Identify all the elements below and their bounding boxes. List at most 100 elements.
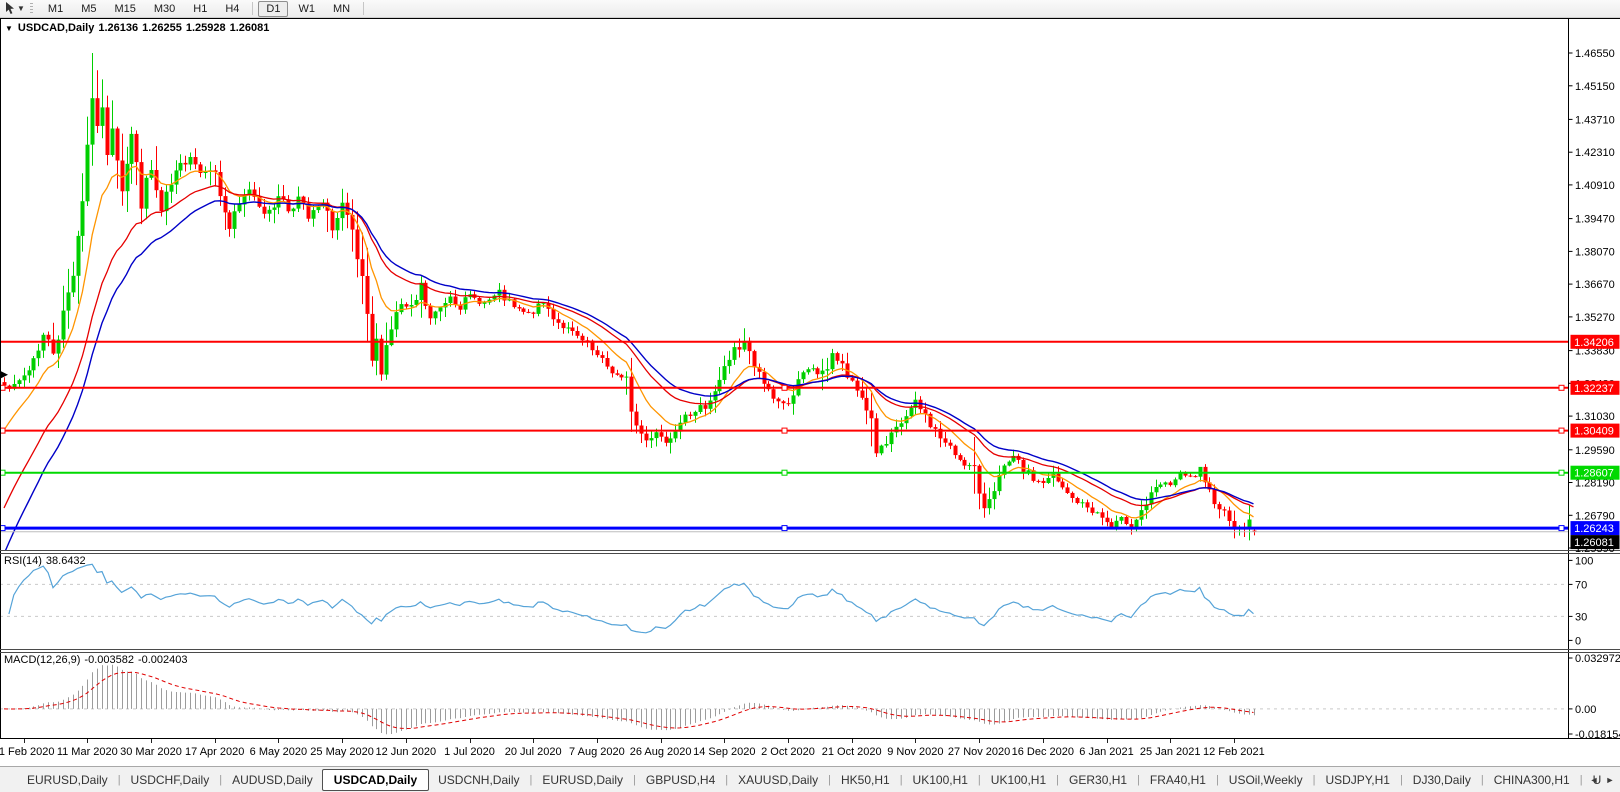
price-tick-label: 1.36670 (1575, 279, 1615, 291)
date-tick (342, 739, 344, 743)
date-axis[interactable]: 21 Feb 202011 Mar 202030 Mar 202017 Apr … (0, 739, 1620, 766)
price-tick-label: 1.39470 (1575, 214, 1615, 226)
price-level-tag-label: 1.28607 (1574, 468, 1614, 480)
date-tick-label: 26 Aug 2020 (629, 746, 692, 758)
chart-tab-eurusd-daily[interactable]: EURUSD,Daily (18, 769, 117, 791)
date-tick-label: 21 Feb 2020 (0, 746, 55, 758)
chart-tab-ger30-h1[interactable]: GER30,H1 (1060, 769, 1136, 791)
timeframe-button-w1[interactable]: W1 (290, 1, 323, 17)
date-tick (1233, 739, 1235, 743)
timeframe-button-mn[interactable]: MN (325, 1, 358, 17)
date-tick-label: 6 Jan 2021 (1079, 746, 1134, 758)
macd-signal-line (3, 671, 1254, 730)
date-tick-label: 20 Jul 2020 (504, 746, 562, 758)
timeframe-button-m30[interactable]: M30 (146, 1, 183, 17)
chart-tab-uk100-h1[interactable]: UK100,H1 (904, 769, 977, 791)
date-tick-label: 11 Mar 2020 (56, 746, 118, 758)
macd-axis-label: 0.00 (1575, 704, 1596, 716)
price-chart-canvas[interactable]: 1.46550 1.45150 1.43710 1.42310 1.40910 1.394… (0, 18, 1620, 739)
price-tick-label: 1.29590 (1575, 445, 1615, 457)
price-tick-label: 1.42310 (1575, 147, 1615, 159)
timeframe-button-m5[interactable]: M5 (73, 1, 104, 17)
timeframe-button-m15[interactable]: M15 (106, 1, 143, 17)
date-tick-label: 12 Jun 2020 (375, 746, 437, 758)
line-handle[interactable] (781, 384, 788, 391)
timeframe-button-h1[interactable]: H1 (185, 1, 215, 17)
date-tick (660, 739, 662, 743)
date-tick (1042, 739, 1044, 743)
toolbar-separator (252, 2, 254, 15)
price-level-tag-label: 1.26081 (1574, 537, 1614, 549)
tab-scroll-right-icon[interactable]: ► (1604, 773, 1616, 787)
macd-axis-label: -0.018154 (1575, 729, 1620, 739)
chart-tabs: EURUSD,Daily | USDCHF,Daily | AUDUSD,Daily US… (18, 768, 1607, 791)
date-tick (533, 739, 535, 743)
rsi-line (8, 563, 1254, 634)
timeframe-button-h4[interactable]: H4 (217, 1, 247, 17)
timeframe-toolbar: ▼ M1 M5 M15 M30 H1 H4 D1 W1 MN (0, 0, 1620, 18)
date-tick (724, 739, 726, 743)
rsi-axis-label: 0 (1575, 635, 1581, 647)
chart-tab-hk50-h1[interactable]: HK50,H1 (832, 769, 899, 791)
date-tick-label: 6 May 2020 (249, 746, 308, 758)
line-handle[interactable] (781, 469, 788, 476)
chart-tab-gbpusd-h4[interactable]: GBPUSD,H4 (637, 769, 724, 791)
chart-tab-fra40-h1[interactable]: FRA40,H1 (1141, 769, 1215, 791)
line-handle[interactable] (1558, 427, 1565, 434)
chart-window: 1.46550 1.45150 1.43710 1.42310 1.40910 1.394… (0, 18, 1620, 766)
line-handle[interactable] (781, 525, 788, 532)
date-tick-label: 1 Jul 2020 (444, 746, 495, 758)
date-tick (87, 739, 89, 743)
chart-tab-china300-h1[interactable]: CHINA300,H1 (1485, 769, 1579, 791)
line-handle[interactable] (781, 427, 788, 434)
chart-tab-usdchf-daily[interactable]: USDCHF,Daily (122, 769, 219, 791)
chart-tab-dj30-daily[interactable]: DJ30,Daily (1404, 769, 1480, 791)
date-tick-label: 25 May 2020 (310, 746, 374, 758)
macd-axis-label: 0.032972 (1575, 653, 1620, 665)
date-tick-label: 12 Feb 2021 (1203, 746, 1265, 758)
chart-tab-xauusd-daily[interactable]: XAUUSD,Daily (729, 769, 827, 791)
timeframe-button-d1[interactable]: D1 (258, 0, 289, 17)
moving-averages-layer (3, 165, 1254, 550)
line-handle[interactable] (1558, 525, 1565, 532)
date-tick-label: 7 Aug 2020 (569, 746, 625, 758)
chart-tabs-bar: EURUSD,Daily | USDCHF,Daily | AUDUSD,Daily US… (0, 766, 1620, 792)
date-tick (851, 739, 853, 743)
rsi-axis-label: 70 (1575, 579, 1587, 591)
chart-tab-usdcad-daily[interactable]: USDCAD,Daily (321, 768, 430, 791)
line-handle[interactable] (1558, 384, 1565, 391)
hline-objects-layer (0, 340, 1568, 533)
chart-tab-audusd-daily[interactable]: AUDUSD,Daily (223, 769, 322, 791)
timeframe-buttons: M1 M5 M15 M30 H1 H4 D1 W1 MN (39, 0, 368, 17)
chart-tab-eurusd-daily[interactable]: EURUSD,Daily (533, 769, 632, 791)
date-tick-label: 27 Nov 2020 (947, 746, 1011, 758)
price-level-tag-label: 1.26243 (1574, 523, 1614, 535)
line-handle[interactable] (1558, 469, 1565, 476)
price-tick-label: 1.35270 (1575, 312, 1615, 324)
ma-line (4, 200, 1254, 550)
date-tick (469, 739, 471, 743)
ma-line (3, 185, 1254, 509)
date-tick-label: 9 Nov 2020 (887, 746, 944, 758)
date-tick (915, 739, 917, 743)
timeframe-button-m1[interactable]: M1 (40, 1, 71, 17)
date-tick-label: 17 Apr 2020 (185, 746, 245, 758)
toolbar-grip[interactable] (29, 2, 33, 15)
price-tick-label: 1.43710 (1575, 114, 1615, 126)
chart-tab-uk100-h1[interactable]: UK100,H1 (982, 769, 1055, 791)
cursor-tool-icon[interactable] (3, 2, 17, 16)
mt4-application: ▼ M1 M5 M15 M30 H1 H4 D1 W1 MN 1.46550 1.45150 1.4… (0, 0, 1620, 792)
chart-tab-usdcnh-daily[interactable]: USDCNH,Daily (429, 769, 528, 791)
date-tick (278, 739, 280, 743)
price-tick-label: 1.45150 (1575, 81, 1615, 93)
tab-scroll-left-icon[interactable]: ◄ (1588, 773, 1600, 787)
date-tick (23, 739, 25, 743)
cursor-tool-dropdown-icon[interactable]: ▼ (17, 4, 25, 13)
price-level-tag-label: 1.30409 (1574, 426, 1614, 438)
price-level-tag-label: 1.32237 (1574, 383, 1614, 395)
chart-tab-usdjpy-h1[interactable]: USDJPY,H1 (1316, 769, 1398, 791)
price-axis[interactable]: 1.46550 1.45150 1.43710 1.42310 1.40910 1.394… (1568, 48, 1620, 739)
chart-tab-usoil-weekly[interactable]: USOil,Weekly (1220, 769, 1312, 791)
toolbar-separator (363, 2, 365, 15)
date-tick-label: 16 Dec 2020 (1011, 746, 1074, 758)
